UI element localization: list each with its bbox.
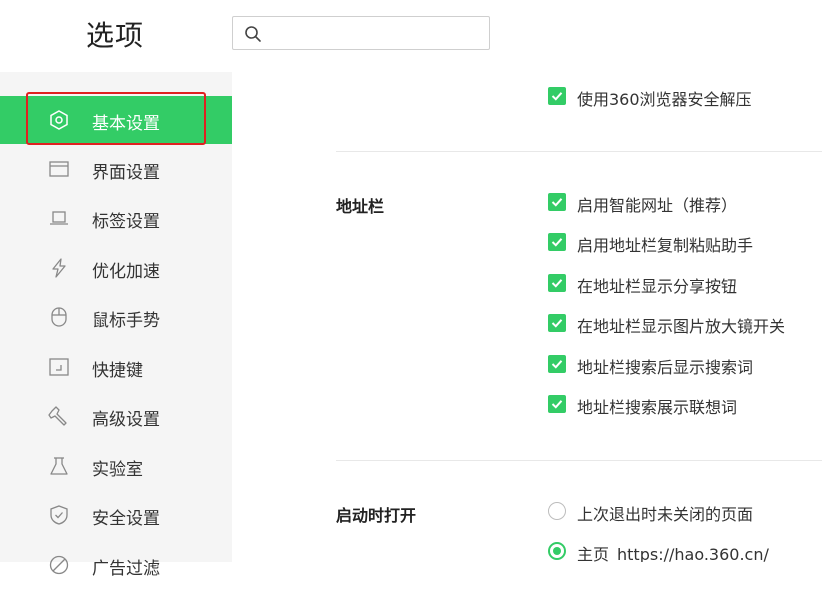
gear-icon bbox=[50, 110, 68, 130]
keyboard-icon bbox=[49, 358, 69, 376]
checkbox[interactable] bbox=[548, 87, 566, 105]
option-label: 地址栏搜索展示联想词 bbox=[577, 398, 738, 417]
sidebar-item-security[interactable]: 安全设置 bbox=[0, 491, 232, 539]
check-icon bbox=[551, 238, 563, 247]
sidebar-item-ui-settings[interactable]: 界面设置 bbox=[0, 145, 232, 193]
checkbox[interactable] bbox=[548, 395, 566, 413]
option-label: 在地址栏显示图片放大镜开关 bbox=[577, 317, 786, 336]
sidebar-item-label: 界面设置 bbox=[92, 163, 160, 183]
sidebar-item-label: 优化加速 bbox=[92, 262, 160, 282]
check-icon bbox=[551, 92, 563, 101]
lightning-icon bbox=[52, 258, 66, 278]
sidebar-item-shortcuts[interactable]: 快捷键 bbox=[0, 343, 232, 391]
sidebar-item-label: 基本设置 bbox=[92, 114, 160, 134]
shield-icon bbox=[50, 505, 68, 525]
sidebar-item-label: 高级设置 bbox=[92, 410, 160, 430]
option-label: 启用智能网址（推荐） bbox=[577, 196, 738, 215]
option-label: 使用360浏览器安全解压 bbox=[577, 90, 752, 109]
settings-content: 使用360浏览器安全解压 地址栏 启用智能网址（推荐） 启用地址栏复制粘贴助手 … bbox=[232, 72, 822, 562]
option-label: 启用地址栏复制粘贴助手 bbox=[577, 236, 754, 255]
sidebar-item-advanced-settings[interactable]: 高级设置 bbox=[0, 392, 232, 440]
checkbox[interactable] bbox=[548, 314, 566, 332]
header: 选项 bbox=[0, 0, 822, 72]
sidebar-item-tab-settings[interactable]: 标签设置 bbox=[0, 194, 232, 242]
checkbox[interactable] bbox=[548, 233, 566, 251]
sidebar-item-label: 安全设置 bbox=[92, 509, 160, 529]
mouse-icon bbox=[51, 307, 67, 327]
option-label: 上次退出时未关闭的页面 bbox=[577, 505, 754, 524]
sidebar: 基本设置 界面设置 标签设置 优化加速 鼠标手势 快捷键 高级设置 实验室 安全… bbox=[0, 72, 232, 579]
sidebar-item-basic-settings[interactable]: 基本设置 bbox=[0, 96, 232, 144]
radio-button[interactable] bbox=[548, 502, 566, 520]
checkbox[interactable] bbox=[548, 193, 566, 211]
sidebar-item-mouse-gestures[interactable]: 鼠标手势 bbox=[0, 293, 232, 341]
section-divider bbox=[336, 151, 822, 152]
homepage-url: https://hao.360.cn/ bbox=[617, 545, 769, 562]
sidebar-item-label: 鼠标手势 bbox=[92, 311, 160, 331]
sidebar-item-label: 广告过滤 bbox=[92, 559, 160, 579]
sidebar-item-lab[interactable]: 实验室 bbox=[0, 442, 232, 490]
check-icon bbox=[551, 319, 563, 328]
check-icon bbox=[551, 279, 563, 288]
block-icon bbox=[49, 555, 69, 575]
check-icon bbox=[551, 400, 563, 409]
sidebar-item-optimize[interactable]: 优化加速 bbox=[0, 244, 232, 292]
search-box[interactable] bbox=[232, 16, 490, 50]
tab-icon bbox=[50, 211, 68, 225]
checkbox[interactable] bbox=[548, 355, 566, 373]
option-label: 在地址栏显示分享按钮 bbox=[577, 277, 738, 296]
sidebar-item-label: 实验室 bbox=[92, 460, 143, 480]
radio-button-selected[interactable] bbox=[548, 542, 566, 560]
check-icon bbox=[551, 198, 563, 207]
sidebar-item-label: 快捷键 bbox=[92, 361, 143, 381]
option-label: 地址栏搜索后显示搜索词 bbox=[577, 358, 754, 377]
wrench-icon bbox=[48, 406, 67, 426]
search-input[interactable] bbox=[269, 21, 483, 47]
section-title-address-bar: 地址栏 bbox=[336, 197, 385, 216]
search-icon bbox=[245, 26, 261, 42]
option-label: 主页 https://hao.360.cn/ bbox=[577, 541, 769, 562]
flask-icon bbox=[50, 457, 68, 475]
sidebar-item-ad-filter[interactable]: 广告过滤 bbox=[0, 541, 232, 589]
homepage-label: 主页 bbox=[577, 545, 610, 562]
section-divider bbox=[336, 460, 822, 461]
section-title-startup: 启动时打开 bbox=[336, 506, 417, 525]
checkbox[interactable] bbox=[548, 274, 566, 292]
window-icon bbox=[49, 161, 69, 177]
page-title: 选项 bbox=[86, 19, 145, 52]
check-icon bbox=[551, 360, 563, 369]
sidebar-item-label: 标签设置 bbox=[92, 212, 160, 232]
